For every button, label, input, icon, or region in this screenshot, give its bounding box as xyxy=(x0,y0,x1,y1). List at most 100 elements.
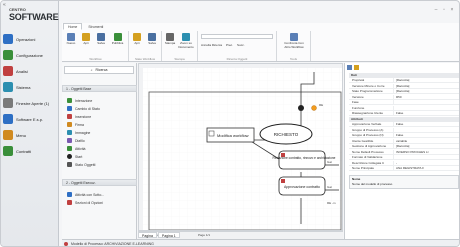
sort-icon[interactable] xyxy=(347,65,352,70)
compare-workflow-button[interactable]: Confronta Con Altro Workflow xyxy=(281,32,307,56)
gateway-node[interactable] xyxy=(311,105,317,111)
item-label: Inserzione xyxy=(75,114,92,119)
tab-home[interactable]: Home xyxy=(63,23,83,30)
nav-item-operazioni[interactable]: Operazioni xyxy=(3,32,58,46)
toolbox-item[interactable]: Cambio di Stato xyxy=(67,105,100,112)
main-navigation: « CENTRO SOFTWARE Operazioni Configurazi… xyxy=(1,1,59,246)
cancel-search-button[interactable]: Annulla Ricerca xyxy=(201,43,222,47)
prop-row[interactable]: Utente Gestibile variabile xyxy=(349,138,459,144)
toolbox-item[interactable]: Firma xyxy=(67,121,84,128)
search-icon: ⌕ xyxy=(90,68,93,72)
logo-line2: SOFTWARE xyxy=(9,12,59,22)
new-button[interactable]: Nuovo xyxy=(65,32,77,56)
maximize-icon[interactable]: ▫ xyxy=(441,8,447,13)
activity-node-redazione[interactable] xyxy=(278,150,326,170)
prop-value xyxy=(393,155,459,160)
toolbox-item[interactable]: Attività xyxy=(67,145,86,152)
page-tab[interactable]: Pagina xyxy=(138,232,157,238)
prop-row[interactable]: Funzione xyxy=(349,105,459,111)
prop-row[interactable]: Nome Principale ANA REGISTRATA F xyxy=(349,166,459,172)
properties-toolbar xyxy=(347,65,459,71)
toolbox-item[interactable]: Start xyxy=(67,153,82,160)
prop-row[interactable]: Descrizione Collegata C - xyxy=(349,160,459,166)
next-button[interactable]: Succ. xyxy=(237,43,245,47)
page-tabs: Pagina Pagina 1 xyxy=(138,232,180,239)
nav-item-finestre-aperte[interactable]: Finestre Aperte (1) xyxy=(3,96,58,110)
start-node[interactable] xyxy=(298,105,304,111)
prop-value: - xyxy=(393,160,459,165)
item-label: Immagine xyxy=(75,130,91,135)
close-icon[interactable]: × xyxy=(449,8,455,13)
toolbox-item[interactable]: Attività con Sotto... xyxy=(67,191,104,198)
toolbox-item[interactable]: Interazione xyxy=(67,97,92,104)
save-button[interactable]: Salva xyxy=(95,32,107,56)
state-change-icon xyxy=(67,106,72,111)
group-label-tools: Tools xyxy=(289,57,297,61)
group-label-ricerca: Ricerca Oggetti xyxy=(226,57,248,61)
workflow-canvas[interactable]: Modifica workflow RICHIESTO Redazione co… xyxy=(138,63,343,231)
nav-item-contratti[interactable]: Contratti xyxy=(3,144,58,158)
toolbox-item[interactable]: Inserzione xyxy=(67,113,91,120)
nav-item-menu[interactable]: Menu xyxy=(3,128,58,142)
nav-item-software[interactable]: Software E.s.p. xyxy=(3,112,58,126)
page-tab[interactable]: Pagina 1 xyxy=(157,232,180,238)
prop-value: variabile xyxy=(393,138,459,143)
save-state-button[interactable]: Salva xyxy=(146,32,158,56)
item-label: Sezioni di Opzioni xyxy=(75,200,104,205)
activity-icon xyxy=(281,179,285,183)
search-objects-input[interactable] xyxy=(201,34,273,39)
nav-item-sistema[interactable]: Sistema xyxy=(3,80,58,94)
prop-key: Approvazione Verbale xyxy=(352,122,382,126)
open-state-button[interactable]: Apri xyxy=(131,32,143,56)
prop-row[interactable]: Stato Programmazione [Raccolta] xyxy=(349,89,459,95)
prop-row[interactable]: Proprietà [Raccolta] xyxy=(349,78,459,84)
button-label: Salva xyxy=(97,41,105,45)
prop-row[interactable]: Gruppo di Processo (N) False xyxy=(349,133,459,139)
previous-button[interactable]: Prec. xyxy=(226,43,233,47)
button-label: Confronta Con Altro Workflow xyxy=(284,41,304,49)
publish-button[interactable]: Pubblica xyxy=(110,32,125,56)
prop-row[interactable]: Gestione di Approvazione [Raccolta] xyxy=(349,144,459,150)
prop-key: Gruppo di Processo (A) xyxy=(352,127,384,132)
prop-key: Funzione xyxy=(352,105,365,110)
configuration-icon xyxy=(3,50,13,60)
item-label: Attività xyxy=(75,146,86,151)
toolbox-search-button[interactable]: ⌕ Ricerca xyxy=(64,66,134,74)
prop-row[interactable]: Versione R50 xyxy=(349,94,459,100)
prop-row[interactable]: Nome Default Processo INVERSO PROCHES LI xyxy=(349,149,459,155)
tab-strumenti[interactable]: Strumenti xyxy=(83,23,108,30)
image-icon xyxy=(67,130,72,135)
toolbox-item[interactable]: Stato Oggetti xyxy=(67,161,95,168)
prop-value: [Raccolta] xyxy=(393,78,459,83)
toolbox-item[interactable]: Diafilo xyxy=(67,137,85,144)
options-icon xyxy=(67,200,72,205)
compare-icon xyxy=(290,33,298,41)
prop-row[interactable]: Riassegnazione Utente False xyxy=(349,111,459,117)
print-button[interactable]: Stampa xyxy=(164,32,176,56)
nav-item-analisi[interactable]: Analisi xyxy=(3,64,58,78)
category-icon[interactable] xyxy=(354,65,359,70)
prop-row[interactable]: Versione Minore o Corre [Raccolta] xyxy=(349,83,459,89)
item-label: Firma xyxy=(75,122,84,127)
zoom-button[interactable]: Zoom su Documento xyxy=(178,32,194,56)
toolbox-section-base[interactable]: 1 - Oggetti Base xyxy=(62,85,137,92)
toolbox-item[interactable]: Sezioni di Opzioni xyxy=(67,199,103,206)
prop-value xyxy=(393,105,459,110)
prop-row[interactable]: Formato di Validazione xyxy=(349,155,459,161)
toolbox-item[interactable]: Immagine xyxy=(67,129,90,136)
prop-row[interactable]: Fase xyxy=(349,100,459,106)
item-label: Start xyxy=(75,154,83,159)
minimize-icon[interactable]: – xyxy=(433,8,439,13)
ribbon-separator xyxy=(310,31,311,61)
open-button[interactable]: Apri xyxy=(80,32,92,56)
prop-row[interactable]: Gruppo di Processo (A) xyxy=(349,127,459,133)
nav-item-configurazione[interactable]: Configurazione xyxy=(3,48,58,62)
item-label: Cambio di Stato xyxy=(75,106,100,111)
save-icon xyxy=(148,33,156,41)
operations-icon xyxy=(3,34,13,44)
prop-row[interactable]: Approvazione Verbale False xyxy=(349,122,459,128)
toolbox-section-exec[interactable]: 2 - Oggetti Esecuz. xyxy=(62,179,137,186)
system-icon xyxy=(3,82,13,92)
item-label: Diafilo xyxy=(75,138,85,143)
prop-key: Utente Gestibile xyxy=(352,138,374,143)
